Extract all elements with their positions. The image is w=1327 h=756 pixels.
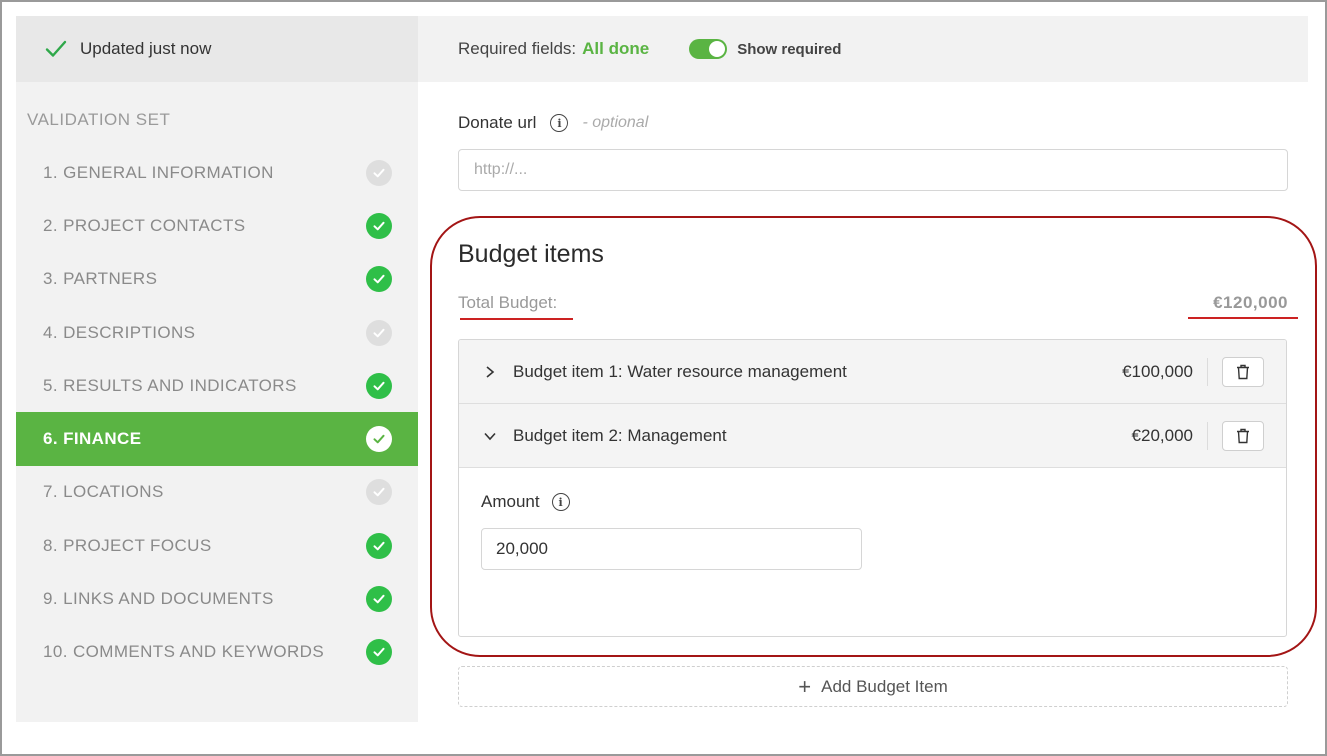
- save-status: Updated just now: [16, 16, 418, 82]
- show-required-toggle[interactable]: [689, 39, 728, 59]
- sidebar-item[interactable]: 6. FINANCE: [16, 412, 418, 466]
- status-dot: [366, 426, 392, 453]
- sidebar-item-label: 3. PARTNERS: [43, 269, 158, 289]
- required-fields-label: Required fields:: [458, 39, 577, 58]
- info-icon[interactable]: i: [550, 114, 569, 132]
- budget-item-amount: €20,000: [1132, 421, 1208, 450]
- trash-icon: [1237, 364, 1249, 379]
- annotation-underline: [1188, 317, 1298, 319]
- sidebar-item-label: 6. FINANCE: [43, 429, 142, 449]
- sidebar-item[interactable]: 1. GENERAL INFORMATION: [16, 146, 418, 199]
- sidebar-item-label: 4. DESCRIPTIONS: [43, 322, 196, 342]
- sidebar-item[interactable]: 10. COMMENTS AND KEYWORDS: [16, 626, 418, 679]
- donate-url-label: Donate url i - optional: [458, 113, 648, 133]
- budget-item-name: Budget item 1: Water resource management: [513, 361, 847, 381]
- sidebar-item-label: 10. COMMENTS AND KEYWORDS: [43, 642, 325, 662]
- sidebar-item[interactable]: 2. PROJECT CONTACTS: [16, 199, 418, 252]
- plus-icon: +: [798, 673, 812, 699]
- annotation-underline: [460, 318, 573, 320]
- budget-items-title: Budget items: [458, 240, 604, 268]
- optional-tag: - optional: [582, 114, 649, 131]
- sidebar-item[interactable]: 5. RESULTS AND INDICATORS: [16, 359, 418, 412]
- delete-budget-item-button[interactable]: [1222, 420, 1264, 451]
- donate-url-label-text: Donate url: [458, 113, 537, 132]
- check-icon: [373, 434, 385, 444]
- sidebar-item-label: 8. PROJECT FOCUS: [43, 535, 212, 555]
- show-required-label: Show required: [737, 40, 842, 58]
- sidebar-item[interactable]: 3. PARTNERS: [16, 253, 418, 306]
- add-budget-item-label: Add Budget Item: [821, 676, 948, 696]
- sidebar-item-label: 1. GENERAL INFORMATION: [43, 162, 274, 182]
- budget-items-list: Budget item 1: Water resource management…: [458, 339, 1287, 637]
- sidebar-item[interactable]: 4. DESCRIPTIONS: [16, 306, 418, 359]
- budget-item-name: Budget item 2: Management: [513, 425, 727, 445]
- status-dot: [366, 479, 392, 506]
- budget-item-header[interactable]: Budget item 1: Water resource management…: [459, 340, 1286, 404]
- amount-input[interactable]: [481, 528, 862, 570]
- status-dot: [366, 266, 392, 293]
- check-icon: [373, 168, 385, 177]
- status-dot: [366, 159, 392, 186]
- check-icon: [373, 594, 385, 604]
- chevron-right-icon: [486, 365, 495, 378]
- sidebar-item-label: 9. LINKS AND DOCUMENTS: [43, 589, 274, 609]
- check-icon: [373, 541, 385, 551]
- amount-label-text: Amount: [481, 492, 540, 511]
- add-budget-item-button[interactable]: + Add Budget Item: [458, 666, 1288, 707]
- sidebar-item[interactable]: 9. LINKS AND DOCUMENTS: [16, 572, 418, 625]
- status-dot: [366, 319, 392, 346]
- top-bar: Required fields: All done Show required: [418, 16, 1308, 82]
- required-fields-status: Required fields: All done: [458, 39, 649, 59]
- status-dot: [366, 532, 392, 559]
- trash-icon: [1237, 428, 1249, 443]
- sidebar-item[interactable]: 8. PROJECT FOCUS: [16, 519, 418, 572]
- info-icon[interactable]: i: [551, 493, 570, 511]
- total-budget-value: €120,000: [1213, 293, 1288, 312]
- validation-set-title: VALIDATION SET: [27, 110, 171, 129]
- check-icon: [373, 275, 385, 284]
- sidebar-item-label: 2. PROJECT CONTACTS: [43, 215, 246, 235]
- check-icon: [373, 328, 385, 337]
- budget-item-amount: €100,000: [1122, 357, 1208, 386]
- donate-url-input[interactable]: [458, 149, 1288, 191]
- check-icon: [373, 221, 385, 231]
- check-icon: [373, 381, 385, 391]
- chevron-down-icon: [484, 432, 496, 440]
- check-icon: [373, 488, 385, 497]
- check-icon: [45, 40, 67, 57]
- status-dot: [366, 586, 392, 613]
- status-dot: [366, 212, 392, 239]
- total-budget-label: Total Budget:: [458, 293, 558, 312]
- budget-item-body: Amount i: [459, 468, 1286, 594]
- status-dot: [366, 372, 392, 399]
- sidebar-item-label: 5. RESULTS AND INDICATORS: [43, 375, 297, 395]
- status-dot: [366, 639, 392, 666]
- section-nav: 1. GENERAL INFORMATION 2. PROJECT CONTACT…: [16, 146, 418, 679]
- budget-item-header[interactable]: Budget item 2: Management €20,000: [459, 404, 1286, 468]
- delete-budget-item-button[interactable]: [1222, 356, 1264, 387]
- sidebar-item-label: 7. LOCATIONS: [43, 482, 164, 502]
- required-fields-value: All done: [582, 39, 650, 58]
- save-status-text: Updated just now: [80, 39, 212, 58]
- check-icon: [373, 648, 385, 657]
- sidebar-item[interactable]: 7. LOCATIONS: [16, 466, 418, 519]
- amount-label: Amount i: [481, 492, 1264, 512]
